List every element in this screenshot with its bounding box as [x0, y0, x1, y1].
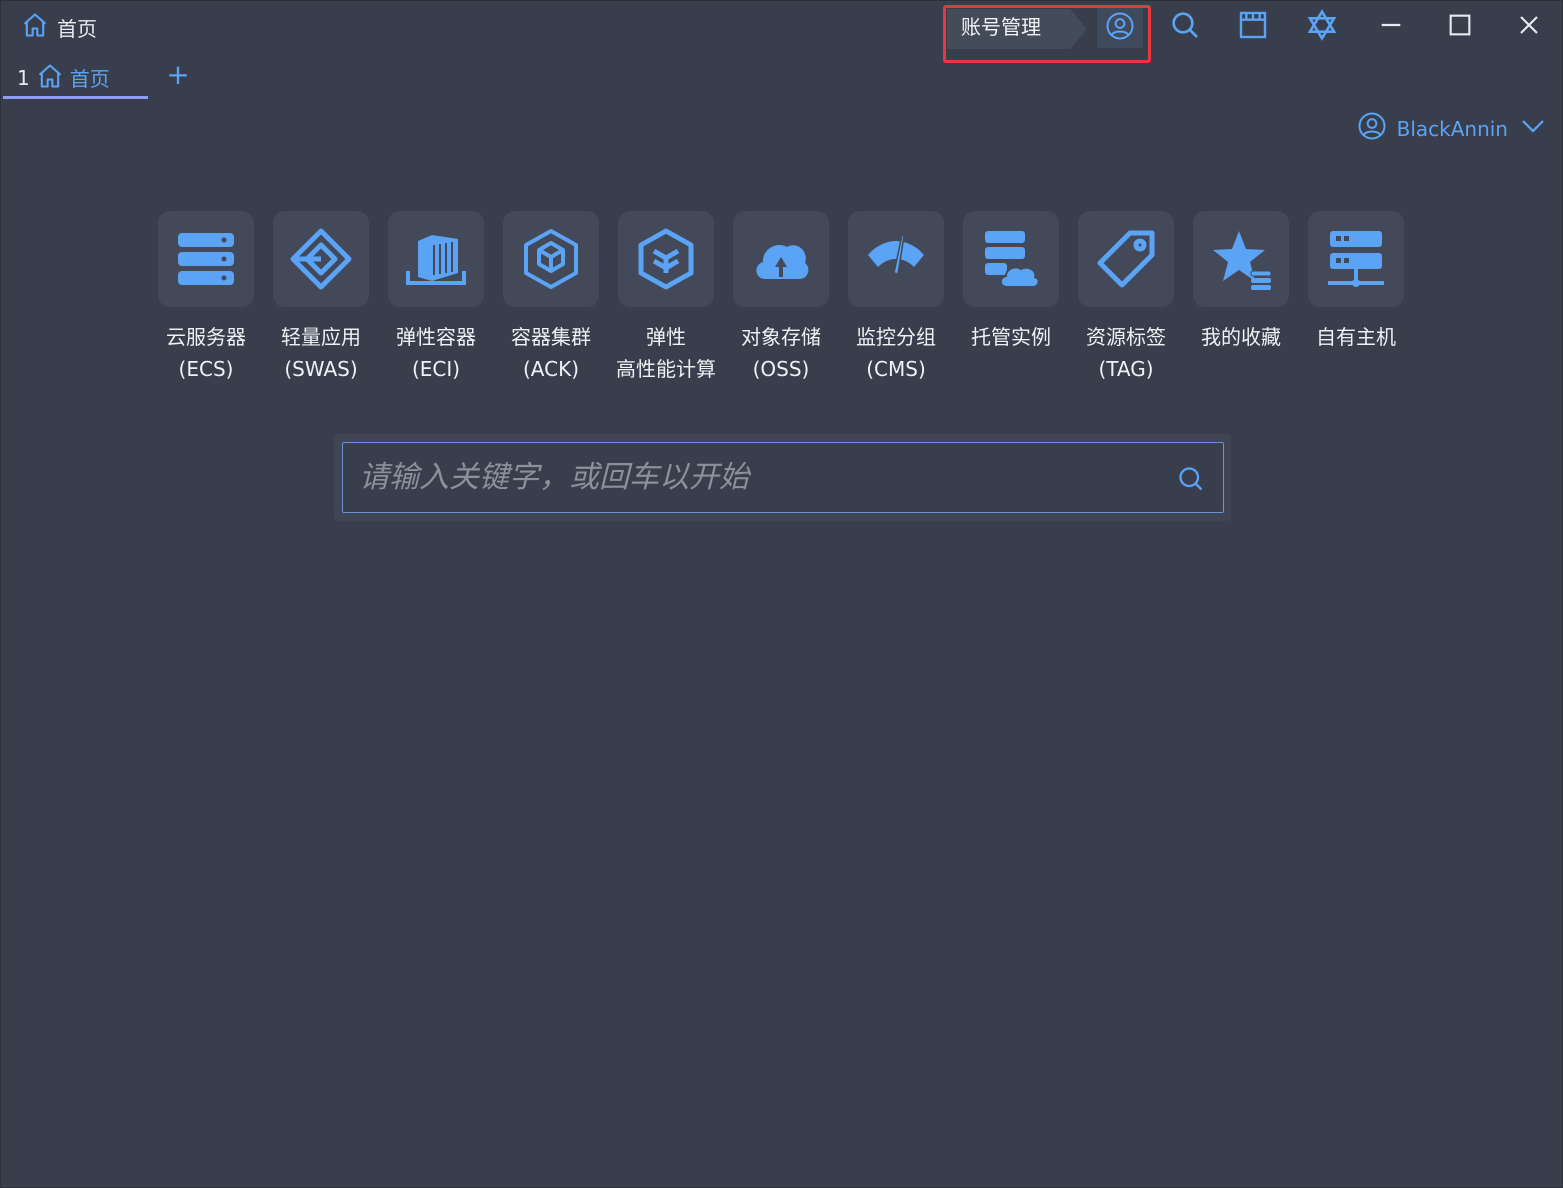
host-network-icon — [1308, 211, 1404, 307]
home-icon — [36, 62, 64, 94]
service-grid: 云服务器 (ECS) 轻量应用 (SWAS) 弹性容器 (ECI) 容器集群 (… — [158, 211, 1404, 385]
service-name: 弹性容器 — [396, 325, 476, 349]
service-name: 自有主机 — [1316, 325, 1396, 349]
star-icon — [1193, 211, 1289, 307]
maximize-button[interactable] — [1440, 7, 1480, 47]
search-box — [342, 442, 1224, 513]
tab-home[interactable]: 1 首页 — [3, 59, 148, 99]
service-eci[interactable]: 弹性容器 (ECI) — [388, 211, 484, 385]
service-sub: (ACK) — [522, 357, 579, 381]
service-cms[interactable]: 监控分组 (CMS) — [848, 211, 944, 385]
service-sub: (SWAS) — [284, 357, 358, 381]
server-cloud-icon — [963, 211, 1059, 307]
service-name: 云服务器 — [166, 325, 246, 349]
service-name: 弹性 — [646, 325, 686, 349]
service-name: 监控分组 — [856, 325, 936, 349]
service-ack[interactable]: 容器集群 (ACK) — [503, 211, 599, 385]
service-sub: (CMS) — [866, 357, 926, 381]
home-icon — [21, 11, 49, 44]
service-oss[interactable]: 对象存储 (OSS) — [733, 211, 829, 385]
service-sub: (ECS) — [178, 357, 234, 381]
service-sub: (TAG) — [1098, 357, 1154, 381]
service-sub: (OSS) — [752, 357, 810, 381]
logo-button[interactable] — [1302, 7, 1342, 47]
logo-icon — [1306, 9, 1338, 45]
service-managed-instance[interactable]: 托管实例 — [963, 211, 1059, 385]
tab-bar: 1 首页 + — [1, 53, 1562, 99]
tab-index: 1 — [17, 65, 30, 90]
window-title: 首页 — [21, 11, 97, 44]
title-bar: 首页 账号管理 — [1, 1, 1562, 63]
service-sub: (ECI) — [411, 357, 461, 381]
tag-icon — [1078, 211, 1174, 307]
search-panel — [334, 434, 1231, 521]
service-name: 资源标签 — [1086, 325, 1166, 349]
swas-icon — [273, 211, 369, 307]
account-icon — [1105, 11, 1135, 45]
search-input[interactable] — [359, 443, 1159, 511]
window-layout-button[interactable] — [1233, 7, 1273, 47]
maximize-icon — [1444, 9, 1476, 45]
service-ehpc[interactable]: 弹性 高性能计算 — [616, 211, 716, 385]
tab-label: 首页 — [69, 67, 110, 91]
service-sub: 高性能计算 — [616, 357, 716, 381]
service-favorites[interactable]: 我的收藏 — [1193, 211, 1289, 385]
global-search-button[interactable] — [1165, 7, 1205, 47]
minimize-button[interactable] — [1371, 7, 1411, 47]
service-own-host[interactable]: 自有主机 — [1308, 211, 1404, 385]
account-management-button[interactable] — [1097, 8, 1143, 48]
window-title-label: 首页 — [57, 17, 97, 41]
user-avatar-icon — [1357, 111, 1387, 146]
gauge-icon — [848, 211, 944, 307]
account-tooltip-label: 账号管理 — [947, 9, 1087, 49]
chevron-down-icon — [1518, 111, 1548, 146]
search-icon — [1169, 9, 1201, 45]
cloud-upload-icon — [733, 211, 829, 307]
ack-icon — [503, 211, 599, 307]
eci-icon — [388, 211, 484, 307]
service-name: 我的收藏 — [1201, 325, 1281, 349]
hpc-icon — [618, 211, 714, 307]
service-tag[interactable]: 资源标签 (TAG) — [1078, 211, 1174, 385]
user-name: BlackAnnin — [1396, 116, 1508, 141]
service-name: 容器集群 — [511, 325, 591, 349]
close-icon — [1513, 9, 1545, 45]
service-ecs[interactable]: 云服务器 (ECS) — [158, 211, 254, 385]
user-menu[interactable]: BlackAnnin — [1357, 111, 1548, 146]
window-icon — [1237, 9, 1269, 45]
minimize-icon — [1375, 9, 1407, 45]
service-name: 对象存储 — [741, 325, 821, 349]
search-icon[interactable] — [1177, 465, 1205, 493]
service-name: 轻量应用 — [281, 325, 361, 349]
app-window: 首页 账号管理 1 首页 + BlackAnnin 云服务器 (ECS) 轻量应… — [0, 0, 1563, 1188]
add-tab-button[interactable]: + — [163, 61, 193, 91]
service-name: 托管实例 — [971, 325, 1051, 349]
service-swas[interactable]: 轻量应用 (SWAS) — [273, 211, 369, 385]
ecs-icon — [158, 211, 254, 307]
close-button[interactable] — [1509, 7, 1549, 47]
